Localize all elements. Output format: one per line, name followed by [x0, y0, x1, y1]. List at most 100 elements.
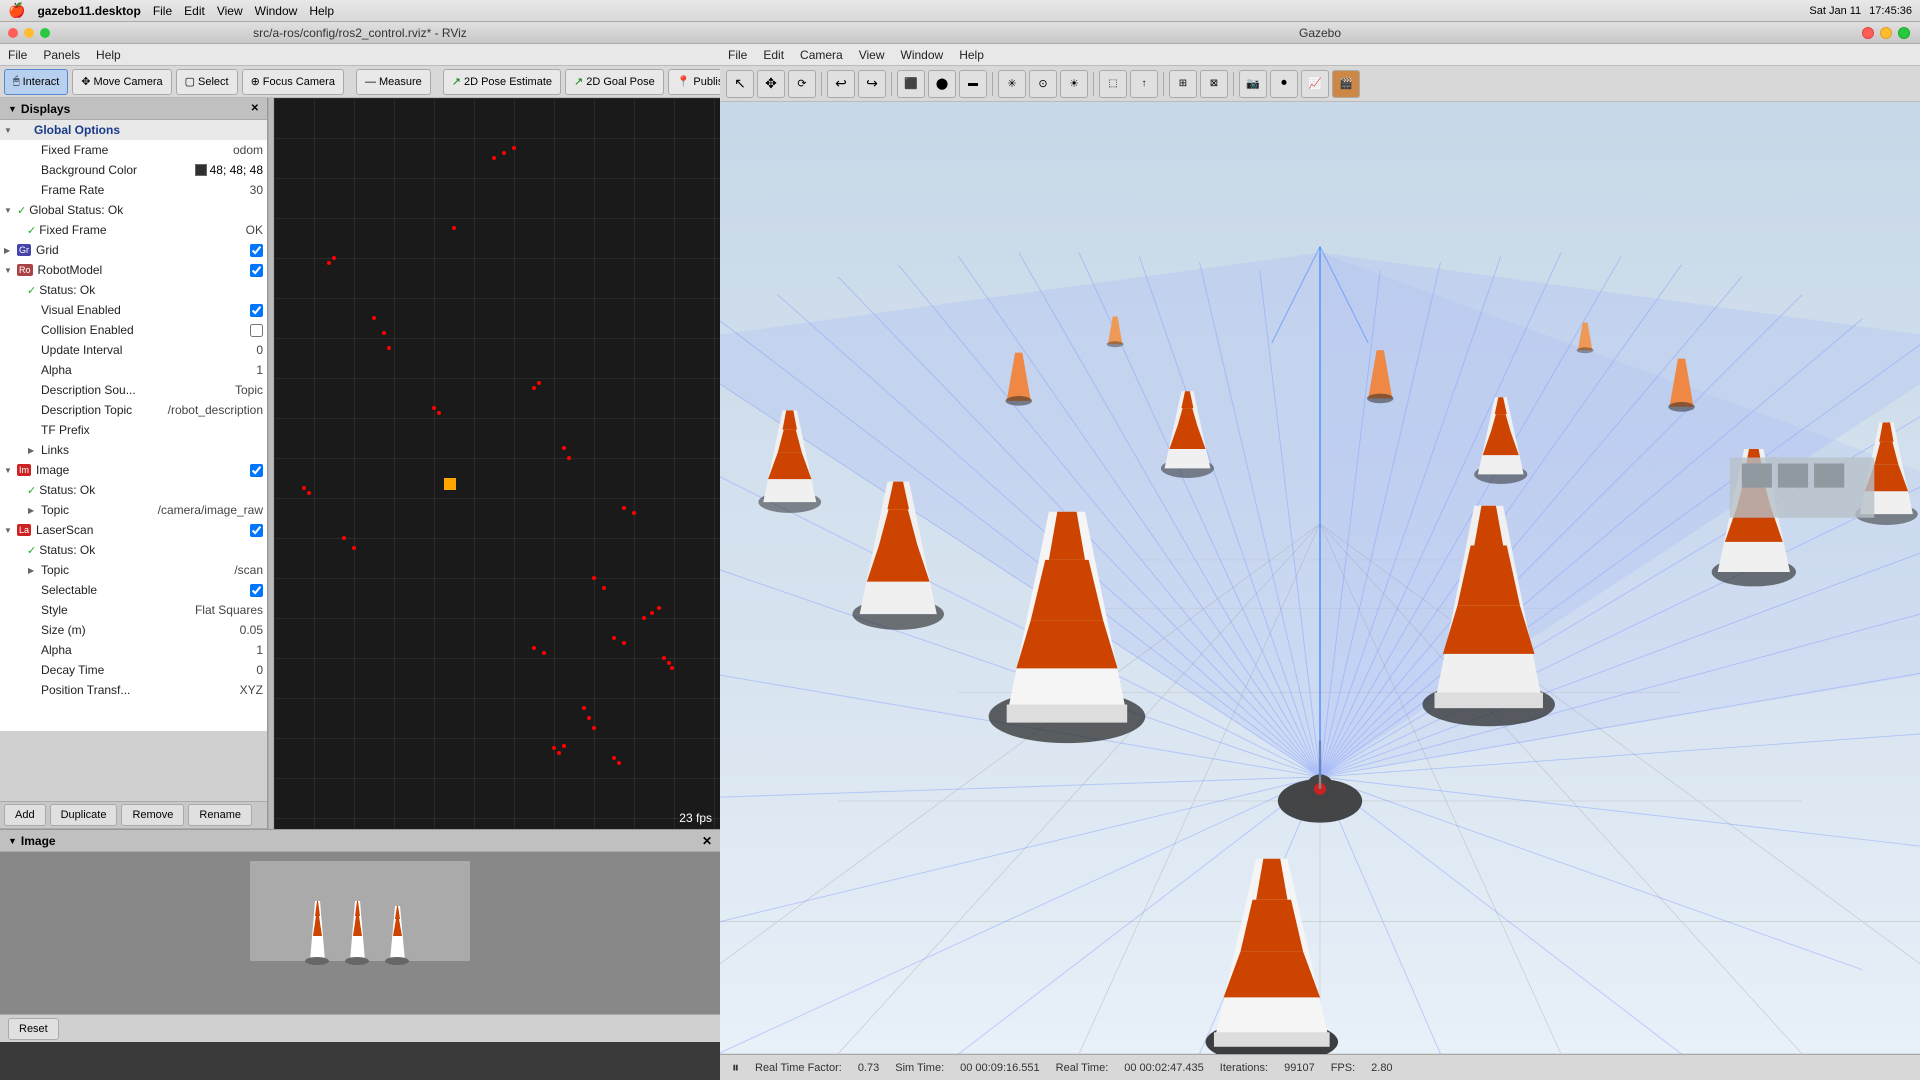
laser-scan-expand[interactable]: ▼ [4, 526, 14, 535]
tf-prefix-row[interactable]: TF Prefix [0, 420, 267, 440]
gz-video-button[interactable]: 🎬 [1332, 70, 1360, 98]
gz-box-button[interactable]: ⬛ [897, 70, 925, 98]
global-options-expand[interactable]: ▼ [4, 126, 14, 135]
displays-content[interactable]: ▼ Global Options Fixed Frame odom Backgr… [0, 120, 267, 731]
image-topic-expand[interactable]: ▶ [28, 506, 38, 515]
image-checkbox[interactable] [250, 464, 263, 477]
selectable-row[interactable]: Selectable [0, 580, 267, 600]
gz-redo-button[interactable]: ↪ [858, 70, 886, 98]
grid-row[interactable]: ▶ Gr Grid [0, 240, 267, 260]
laser-status-row[interactable]: ✓ Status: Ok [0, 540, 267, 560]
gazebo-help-menu[interactable]: Help [959, 48, 984, 62]
decay-time-row[interactable]: Decay Time 0 [0, 660, 267, 680]
size-m-row[interactable]: Size (m) 0.05 [0, 620, 267, 640]
gz-snap-button[interactable]: ⊠ [1200, 70, 1228, 98]
gz-sphere-button[interactable]: ⬤ [928, 70, 956, 98]
image-status-row[interactable]: ✓ Status: Ok [0, 480, 267, 500]
laser-topic-row[interactable]: ▶ Topic /scan [0, 560, 267, 580]
image-topic-row[interactable]: ▶ Topic /camera/image_raw [0, 500, 267, 520]
desc-topic-value[interactable]: /robot_description [168, 403, 263, 417]
collision-enabled-row[interactable]: Collision Enabled [0, 320, 267, 340]
alpha-value[interactable]: 1 [256, 363, 263, 377]
desc-topic-row[interactable]: Description Topic /robot_description [0, 400, 267, 420]
2d-goal-pose-button[interactable]: ↗ 2D Goal Pose [565, 69, 664, 95]
position-transf-row[interactable]: Position Transf... XYZ [0, 680, 267, 700]
visual-enabled-checkbox[interactable] [250, 304, 263, 317]
sys-edit-menu[interactable]: Edit [184, 4, 205, 18]
scan-alpha-value[interactable]: 1 [256, 643, 263, 657]
gz-plot-button[interactable]: 📈 [1301, 70, 1329, 98]
size-m-value[interactable]: 0.05 [240, 623, 263, 637]
gz-record-button[interactable]: ⏺ [1270, 70, 1298, 98]
gazebo-edit-menu[interactable]: Edit [763, 48, 784, 62]
laser-topic-value[interactable]: /scan [234, 563, 263, 577]
desc-source-value[interactable]: Topic [235, 383, 263, 397]
publish-point-button[interactable]: 📍 Publish Point [668, 69, 720, 95]
gazebo-file-menu[interactable]: File [728, 48, 747, 62]
frame-rate-row[interactable]: Frame Rate 30 [0, 180, 267, 200]
rviz-file-menu[interactable]: File [8, 48, 27, 62]
rviz-minimize-button[interactable] [24, 28, 34, 38]
app-name-menu[interactable]: gazebo11.desktop [37, 4, 140, 18]
gazebo-close-button[interactable] [1862, 27, 1874, 39]
robot-model-expand[interactable]: ▼ [4, 266, 14, 275]
robot-model-row[interactable]: ▼ Ro RobotModel [0, 260, 267, 280]
measure-button[interactable]: — Measure [356, 69, 431, 95]
sys-window-menu[interactable]: Window [255, 4, 298, 18]
style-value[interactable]: Flat Squares [195, 603, 263, 617]
desc-source-row[interactable]: Description Sou... Topic [0, 380, 267, 400]
update-interval-row[interactable]: Update Interval 0 [0, 340, 267, 360]
gz-dir-light-button[interactable]: ☀ [1060, 70, 1088, 98]
fixed-frame-row[interactable]: Fixed Frame odom [0, 140, 267, 160]
alpha-row[interactable]: Alpha 1 [0, 360, 267, 380]
gz-align-button[interactable]: ⊞ [1169, 70, 1197, 98]
selectable-checkbox[interactable] [250, 584, 263, 597]
gz-select-button[interactable]: ↖ [726, 70, 754, 98]
global-status-expand[interactable]: ▼ [4, 206, 14, 215]
laser-scan-row[interactable]: ▼ La LaserScan [0, 520, 267, 540]
displays-expand-icon[interactable]: ▼ [8, 104, 17, 114]
rviz-panels-menu[interactable]: Panels [43, 48, 80, 62]
style-row[interactable]: Style Flat Squares [0, 600, 267, 620]
image-panel-close[interactable]: ✕ [702, 834, 712, 848]
collision-enabled-checkbox[interactable] [250, 324, 263, 337]
gazebo-camera-menu[interactable]: Camera [800, 48, 843, 62]
gazebo-maximize-button[interactable] [1898, 27, 1910, 39]
sys-view-menu[interactable]: View [217, 4, 243, 18]
bg-color-row[interactable]: Background Color 48; 48; 48 [0, 160, 267, 180]
select-button[interactable]: ▢ Select [176, 69, 238, 95]
pause-button[interactable]: ⏸ [732, 1059, 739, 1076]
gz-translate-button[interactable]: ✥ [757, 70, 785, 98]
apple-menu[interactable]: 🍎 [8, 2, 25, 19]
remove-display-button[interactable]: Remove [121, 804, 184, 826]
focus-camera-button[interactable]: ⊕ Focus Camera [242, 69, 344, 95]
rviz-wm-buttons[interactable] [8, 28, 50, 38]
gz-wireframe-button[interactable]: ⬚ [1099, 70, 1127, 98]
add-display-button[interactable]: Add [4, 804, 46, 826]
robot-model-checkbox[interactable] [250, 264, 263, 277]
laser-topic-expand[interactable]: ▶ [28, 566, 38, 575]
gz-cylinder-button[interactable]: ▬ [959, 70, 987, 98]
visual-enabled-row[interactable]: Visual Enabled [0, 300, 267, 320]
gazebo-view-menu[interactable]: View [859, 48, 885, 62]
update-interval-value[interactable]: 0 [256, 343, 263, 357]
bg-color-swatch[interactable] [195, 164, 207, 176]
grid-checkbox[interactable] [250, 244, 263, 257]
grid-expand[interactable]: ▶ [4, 246, 14, 255]
frame-rate-value[interactable]: 30 [250, 183, 263, 197]
fixed-frame-value[interactable]: odom [233, 143, 263, 157]
image-topic-value[interactable]: /camera/image_raw [158, 503, 263, 517]
image-panel-expand[interactable]: ▼ [8, 836, 17, 846]
move-camera-button[interactable]: ✥ Move Camera [72, 69, 171, 95]
rename-display-button[interactable]: Rename [188, 804, 252, 826]
gazebo-minimize-button[interactable] [1880, 27, 1892, 39]
rviz-close-button[interactable] [8, 28, 18, 38]
global-options-row[interactable]: ▼ Global Options [0, 120, 267, 140]
gazebo-wm-buttons[interactable] [1862, 27, 1910, 39]
gz-spot-light-button[interactable]: ⊙ [1029, 70, 1057, 98]
decay-time-value[interactable]: 0 [256, 663, 263, 677]
gazebo-viewport[interactable] [720, 102, 1920, 1054]
gz-rotate-button[interactable]: ⟳ [788, 70, 816, 98]
links-row[interactable]: ▶ Links [0, 440, 267, 460]
2d-pose-estimate-button[interactable]: ↗ 2D Pose Estimate [443, 69, 561, 95]
